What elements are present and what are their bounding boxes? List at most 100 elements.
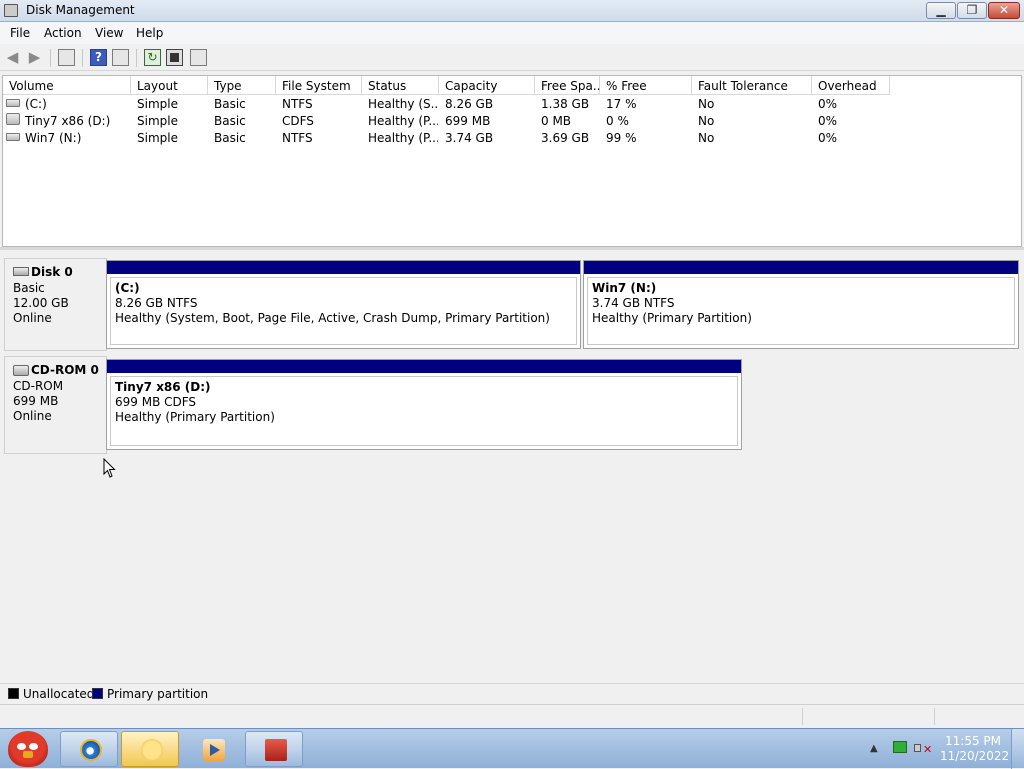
start-orb-icon (8, 731, 48, 767)
show-desktop-button[interactable] (1011, 729, 1024, 769)
network-icon[interactable] (893, 741, 907, 753)
partition-status: Healthy (Primary Partition) (592, 311, 752, 325)
volume-free-space: 0 MB (541, 114, 572, 128)
status-pane (934, 708, 1020, 725)
partition-name: Tiny7 x86 (D:) (115, 380, 211, 394)
volume-status: Healthy (S... (368, 97, 438, 111)
minimize-icon: ▁ (936, 3, 946, 17)
menu-bar: File Action View Help (0, 22, 1024, 44)
volume-name: Tiny7 x86 (D:) (25, 114, 111, 128)
menu-help[interactable]: Help (136, 26, 163, 40)
volume-type: Basic (214, 114, 246, 128)
disk-state: Online (13, 311, 52, 325)
view-icon[interactable] (112, 49, 129, 66)
status-pane (802, 708, 934, 725)
maximize-button[interactable]: ❐ (957, 2, 987, 19)
volume-status: Healthy (P... (368, 131, 438, 145)
media-player-icon (203, 739, 225, 761)
show-hidden-icons-chevron-icon[interactable]: ▲ (870, 743, 878, 754)
back-arrow-icon[interactable]: ◀ (4, 49, 21, 66)
volume-layout: Simple (137, 131, 178, 145)
taskbar-media-player[interactable] (183, 731, 239, 767)
column-header-status[interactable]: Status (362, 76, 439, 95)
partition-n[interactable]: Win7 (N:) 3.74 GB NTFS Healthy (Primary … (583, 260, 1019, 349)
help-icon[interactable]: ? (90, 49, 107, 66)
taskbar-windows-explorer[interactable] (121, 731, 179, 767)
primary-partition-bar (584, 261, 1018, 274)
column-header-overhead[interactable]: Overhead (812, 76, 890, 95)
windows-explorer-icon (141, 739, 163, 761)
partition-name: Win7 (N:) (592, 281, 657, 295)
volume-percent-free: 17 % (606, 97, 637, 111)
volume-capacity: 8.26 GB (445, 97, 494, 111)
volume-list[interactable]: Volume Layout Type File System Status Ca… (2, 75, 1022, 247)
volume-fault-tolerance: No (698, 114, 715, 128)
column-header-layout[interactable]: Layout (131, 76, 208, 95)
disk-kind: CD-ROM (13, 379, 64, 393)
menu-view[interactable]: View (95, 26, 123, 40)
taskbar: ▲ ✕ 11:55 PM 11/20/2022 (0, 728, 1024, 769)
legend-label-unallocated: Unallocated (23, 687, 95, 701)
cdrom-0-label[interactable]: CD-ROM 0 CD-ROM 699 MB Online (4, 356, 107, 454)
graphical-disk-view: Disk 0 Basic 12.00 GB Online (C:) 8.26 G… (2, 250, 1022, 680)
legend: Unallocated Primary partition (0, 683, 1024, 703)
partition-body: (C:) 8.26 GB NTFS Healthy (System, Boot,… (110, 277, 577, 345)
show-hide-console-tree-icon[interactable] (58, 49, 75, 66)
forward-arrow-icon[interactable]: ▶ (26, 49, 43, 66)
volume-type: Basic (214, 131, 246, 145)
computer-management-icon (265, 739, 287, 761)
volume-file-system: NTFS (282, 97, 313, 111)
volume-type: Basic (214, 97, 246, 111)
disk-name: Disk 0 (31, 265, 73, 279)
legend-swatch-unallocated (8, 688, 19, 699)
volume-overhead: 0% (818, 114, 838, 128)
taskbar-computer-management[interactable] (245, 731, 303, 767)
partition-size-fs: 8.26 GB NTFS (115, 296, 198, 310)
volume-percent-free: 99 % (606, 131, 637, 145)
action-icon[interactable] (190, 49, 207, 66)
table-row[interactable]: Win7 (N:) Simple Basic NTFS Healthy (P..… (3, 130, 1021, 147)
column-header-type[interactable]: Type (208, 76, 276, 95)
disk-kind: Basic (13, 281, 45, 295)
system-clock[interactable]: 11:55 PM 11/20/2022 (940, 734, 1009, 764)
volume-layout: Simple (137, 114, 178, 128)
table-row[interactable]: (C:) Simple Basic NTFS Healthy (S... 8.2… (3, 96, 1021, 113)
primary-partition-bar (107, 360, 741, 373)
properties-icon[interactable] (166, 49, 183, 66)
start-button[interactable] (2, 729, 56, 769)
refresh-icon[interactable]: ↻ (144, 49, 161, 66)
volume-layout: Simple (137, 97, 178, 111)
legend-swatch-primary (92, 688, 103, 699)
disk-management-app-icon[interactable] (4, 4, 18, 17)
volume-name: (C:) (25, 97, 47, 111)
column-header-free-space[interactable]: Free Spa... (535, 76, 604, 95)
disk-state: Online (13, 409, 52, 423)
partition-body: Tiny7 x86 (D:) 699 MB CDFS Healthy (Prim… (110, 376, 738, 446)
volume-percent-free: 0 % (606, 114, 629, 128)
partition-size-fs: 3.74 GB NTFS (592, 296, 675, 310)
column-header-volume[interactable]: Volume (3, 76, 131, 95)
volume-muted-icon[interactable]: ✕ (914, 741, 932, 756)
restore-icon: ❐ (966, 3, 978, 17)
menu-action[interactable]: Action (44, 26, 82, 40)
menu-file[interactable]: File (10, 26, 30, 40)
volume-status: Healthy (P... (368, 114, 438, 128)
volume-free-space: 3.69 GB (541, 131, 590, 145)
column-header-capacity[interactable]: Capacity (439, 76, 535, 95)
hard-drive-icon (13, 267, 29, 276)
disk-0-label[interactable]: Disk 0 Basic 12.00 GB Online (4, 258, 107, 351)
partition-c[interactable]: (C:) 8.26 GB NTFS Healthy (System, Boot,… (106, 260, 581, 349)
column-header-percent-free[interactable]: % Free (600, 76, 692, 95)
partition-status: Healthy (Primary Partition) (115, 410, 275, 424)
close-button[interactable]: ✕ (988, 2, 1020, 19)
table-row[interactable]: Tiny7 x86 (D:) Simple Basic CDFS Healthy… (3, 113, 1021, 130)
minimize-button[interactable]: ▁ (926, 2, 956, 19)
title-bar: Disk Management ▁ ❐ ✕ (0, 0, 1024, 22)
window-title: Disk Management (26, 3, 135, 17)
column-header-fault-tolerance[interactable]: Fault Tolerance (692, 76, 812, 95)
toolbar-separator (136, 49, 137, 67)
taskbar-internet-explorer[interactable] (60, 731, 118, 767)
partition-d[interactable]: Tiny7 x86 (D:) 699 MB CDFS Healthy (Prim… (106, 359, 742, 450)
hard-drive-icon (6, 133, 20, 141)
column-header-file-system[interactable]: File System (276, 76, 362, 95)
